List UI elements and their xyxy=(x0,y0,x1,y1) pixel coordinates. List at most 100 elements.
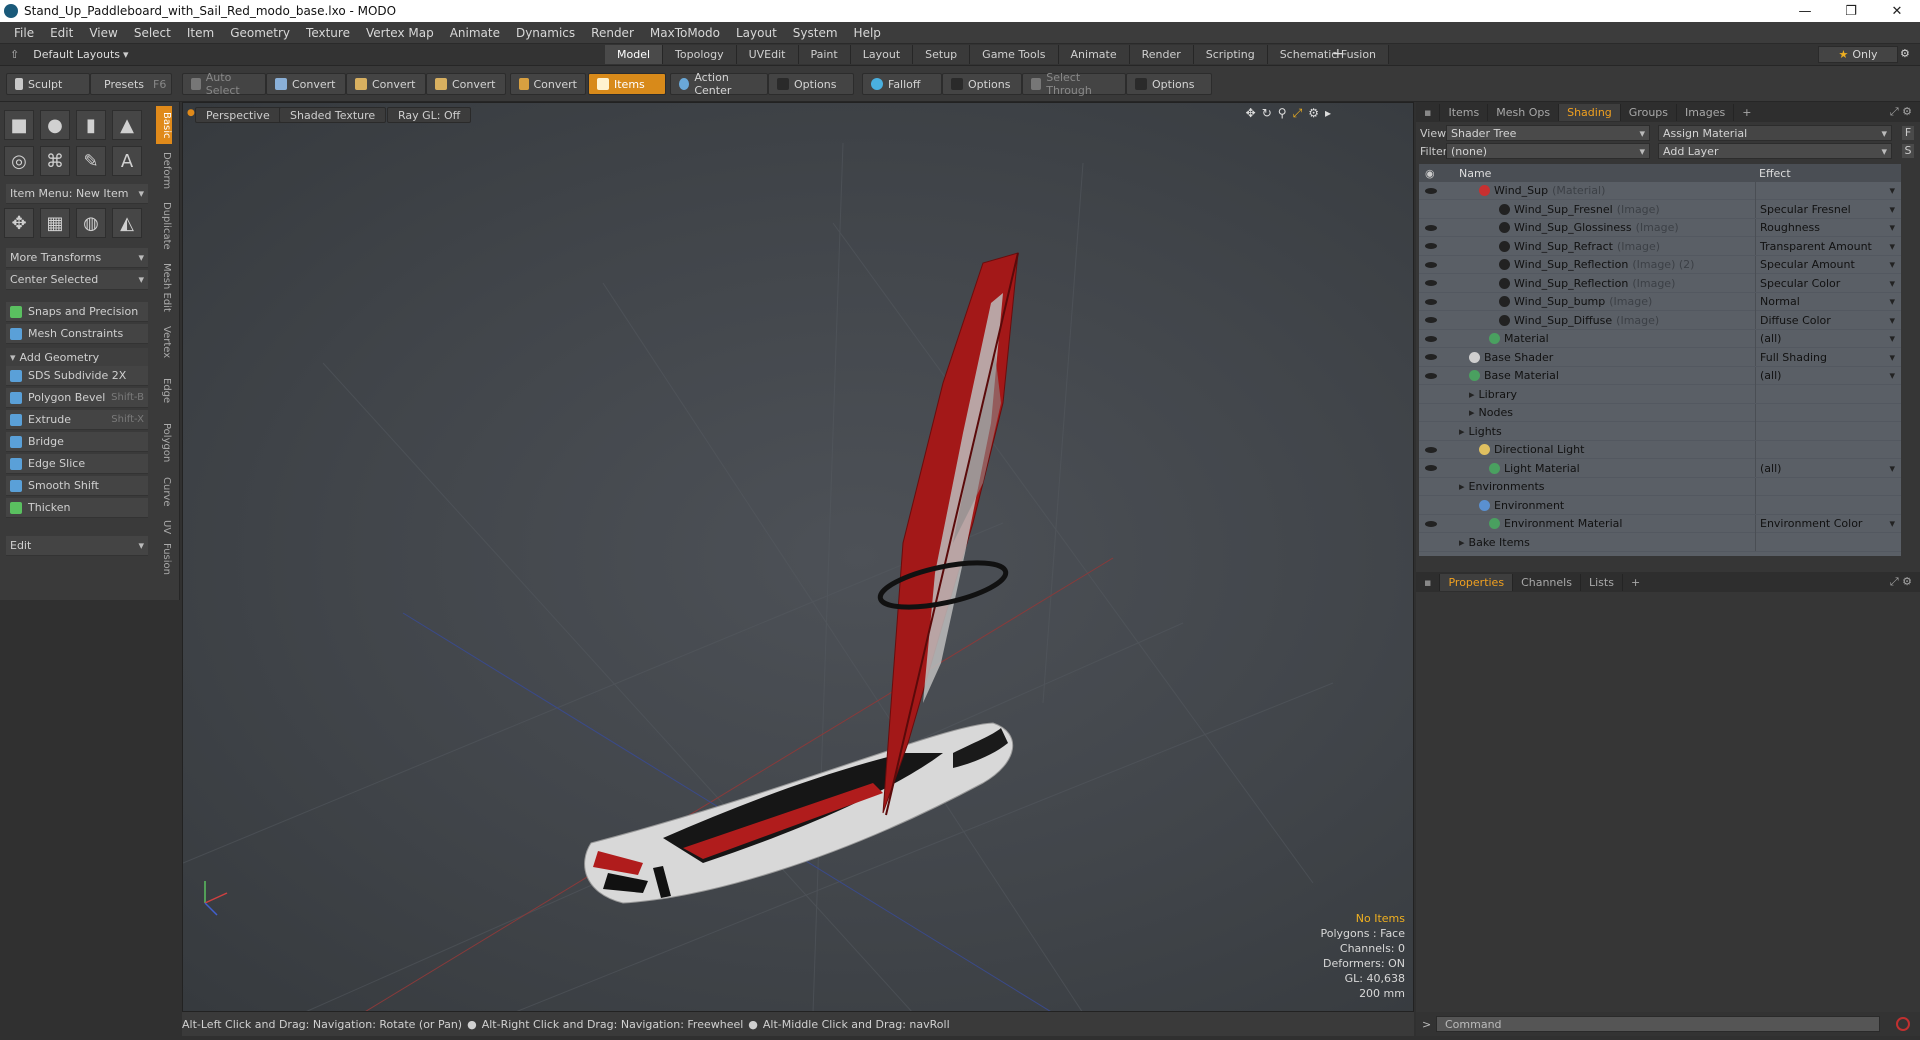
shader-tree-row[interactable]: Environment Material Environment Color xyxy=(1419,514,1901,533)
panel-menu-icon[interactable]: ▪ xyxy=(1416,573,1441,591)
shader-tree-row[interactable]: Environment xyxy=(1419,496,1901,515)
effect-dropdown[interactable] xyxy=(1755,477,1901,496)
menu-item[interactable]: File xyxy=(6,26,42,40)
effect-column-header[interactable]: Effect xyxy=(1759,167,1791,180)
menu-item[interactable]: Geometry xyxy=(222,26,298,40)
minimize-button[interactable]: — xyxy=(1782,4,1828,19)
tool-button[interactable]: Smooth Shift xyxy=(6,476,148,496)
layout-tab[interactable]: Scripting xyxy=(1193,45,1268,64)
tool-category-tab[interactable]: UV xyxy=(156,516,172,538)
more-transforms-dropdown[interactable]: More Transforms xyxy=(6,248,148,268)
effect-dropdown[interactable] xyxy=(1755,422,1901,440)
convert-item-button[interactable]: Convert xyxy=(510,73,586,95)
record-icon[interactable] xyxy=(1896,1017,1910,1031)
falloff-button[interactable]: Falloff xyxy=(862,73,942,95)
panel-tab[interactable]: Items xyxy=(1440,103,1489,121)
layout-tab[interactable]: Animate xyxy=(1058,45,1130,64)
filter-dropdown[interactable]: (none) xyxy=(1446,143,1650,159)
assign-material-dropdown[interactable]: Assign Material xyxy=(1658,125,1892,141)
tool-category-tab[interactable]: Edge xyxy=(156,368,172,414)
effect-dropdown[interactable]: (all) xyxy=(1755,366,1901,385)
shader-tree-row[interactable]: Directional Light xyxy=(1419,440,1901,459)
tool-category-tab[interactable]: Duplicate xyxy=(156,198,172,254)
transform-icon[interactable]: ✥ xyxy=(4,208,34,238)
torus-icon[interactable]: ◎ xyxy=(4,146,34,176)
shader-tree-row[interactable]: ▸ Bake Items xyxy=(1419,533,1901,552)
tool-category-tab[interactable]: Curve xyxy=(156,472,172,512)
action-center-button[interactable]: Action Center xyxy=(670,71,768,97)
effect-dropdown[interactable]: Specular Amount xyxy=(1755,255,1901,274)
pen-icon[interactable]: ✎ xyxy=(76,146,106,176)
visibility-eye-icon[interactable] xyxy=(1425,465,1437,471)
panel-tab[interactable]: Groups xyxy=(1621,103,1678,121)
effect-dropdown[interactable]: Normal xyxy=(1755,292,1901,311)
paddleboard-model[interactable] xyxy=(584,722,1014,904)
tool-button[interactable]: Edge Slice xyxy=(6,454,148,474)
layouts-arrow-icon[interactable]: ⇧ xyxy=(10,48,19,61)
visibility-eye-icon[interactable] xyxy=(1425,335,1437,342)
effect-dropdown[interactable]: (all) xyxy=(1755,329,1901,348)
menu-item[interactable]: Help xyxy=(846,26,889,40)
tool-button[interactable]: Polygon Bevel Shift-B xyxy=(6,388,148,408)
menu-item[interactable]: Edit xyxy=(42,26,81,40)
effect-dropdown[interactable]: Transparent Amount xyxy=(1755,237,1901,255)
pyramid-icon[interactable]: ◭ xyxy=(112,208,142,238)
menu-item[interactable]: Vertex Map xyxy=(358,26,442,40)
effect-dropdown[interactable]: Specular Fresnel xyxy=(1755,200,1901,218)
shader-tree-row[interactable]: Base Material (all) xyxy=(1419,366,1901,385)
snaps-precision-button[interactable]: Snaps and Precision xyxy=(6,302,148,322)
effect-dropdown[interactable] xyxy=(1755,403,1901,422)
panel-options-icon[interactable]: ⤢ ⚙ xyxy=(1882,103,1920,121)
menu-item[interactable]: Item xyxy=(179,26,222,40)
effect-dropdown[interactable] xyxy=(1755,533,1901,551)
panel-menu-icon[interactable]: ▪ xyxy=(1416,103,1441,121)
panel-tab[interactable]: Channels xyxy=(1513,573,1581,591)
add-layer-dropdown[interactable]: Add Layer xyxy=(1658,143,1892,159)
command-input[interactable]: Command xyxy=(1436,1016,1880,1032)
edit-dropdown[interactable]: Edit xyxy=(6,536,148,556)
shader-tree-row[interactable]: ▸ Library xyxy=(1419,385,1901,404)
effect-dropdown[interactable]: Diffuse Color xyxy=(1755,311,1901,329)
s-key-button[interactable]: S xyxy=(1902,144,1914,158)
globe-icon[interactable]: ◍ xyxy=(76,208,106,238)
shader-tree-row[interactable]: Wind_Sup_Refract (Image) Transparent Amoun… xyxy=(1419,237,1901,256)
name-column-header[interactable]: Name xyxy=(1459,167,1491,180)
menu-item[interactable]: Dynamics xyxy=(508,26,583,40)
shader-tree-row[interactable]: Wind_Sup (Material) xyxy=(1419,181,1901,200)
convert-polygon-button[interactable]: Convert xyxy=(426,73,506,95)
f-key-button[interactable]: F xyxy=(1902,126,1914,140)
default-layouts-dropdown[interactable]: Default Layouts xyxy=(33,48,120,61)
item-menu-dropdown[interactable]: Item Menu: New Item xyxy=(6,184,148,204)
menu-item[interactable]: Render xyxy=(583,26,642,40)
panel-tab[interactable]: Lists xyxy=(1581,573,1623,591)
shader-tree-row[interactable]: Wind_Sup_Glossiness (Image) Roughness xyxy=(1419,218,1901,237)
menu-item[interactable]: MaxToModo xyxy=(642,26,728,40)
visibility-eye-icon[interactable] xyxy=(1425,224,1437,231)
close-button[interactable]: ✕ xyxy=(1874,4,1920,19)
visibility-eye-icon[interactable] xyxy=(1425,187,1437,194)
layout-tab[interactable]: Layout xyxy=(850,45,914,64)
visibility-eye-icon[interactable] xyxy=(1425,261,1437,268)
tool-category-tab[interactable]: Deform xyxy=(156,148,172,194)
shader-tree-row[interactable]: Base Shader Full Shading xyxy=(1419,348,1901,367)
effect-dropdown[interactable] xyxy=(1755,181,1901,200)
shader-tree-row[interactable]: Light Material (all) xyxy=(1419,459,1901,478)
menu-item[interactable]: Select xyxy=(126,26,179,40)
add-tab-button[interactable]: + xyxy=(1734,104,1759,121)
effect-dropdown[interactable]: Specular Color xyxy=(1755,274,1901,292)
select-through-button[interactable]: Select Through xyxy=(1022,71,1126,97)
layout-tab[interactable]: UVEdit xyxy=(736,45,799,64)
effect-dropdown[interactable]: Roughness xyxy=(1755,218,1901,237)
shader-tree-row[interactable]: ▸ Environments xyxy=(1419,477,1901,496)
convert-edge-button[interactable]: Convert xyxy=(346,73,426,95)
tool-category-tab[interactable]: Mesh Edit xyxy=(156,258,172,316)
items-mode-button[interactable]: Items xyxy=(588,73,666,95)
shader-tree-row[interactable]: Wind_Sup_Fresnel (Image) Specular Fresnel xyxy=(1419,200,1901,219)
panel-tab[interactable]: Properties xyxy=(1440,573,1514,591)
auto-select-button[interactable]: Auto Select xyxy=(182,71,266,97)
menu-item[interactable]: Animate xyxy=(442,26,508,40)
visibility-eye-icon[interactable] xyxy=(1425,243,1437,249)
cylinder-icon[interactable]: ▮ xyxy=(76,110,106,140)
tool-category-tab[interactable]: Fusion xyxy=(156,542,172,576)
effect-dropdown[interactable]: Full Shading xyxy=(1755,348,1901,366)
